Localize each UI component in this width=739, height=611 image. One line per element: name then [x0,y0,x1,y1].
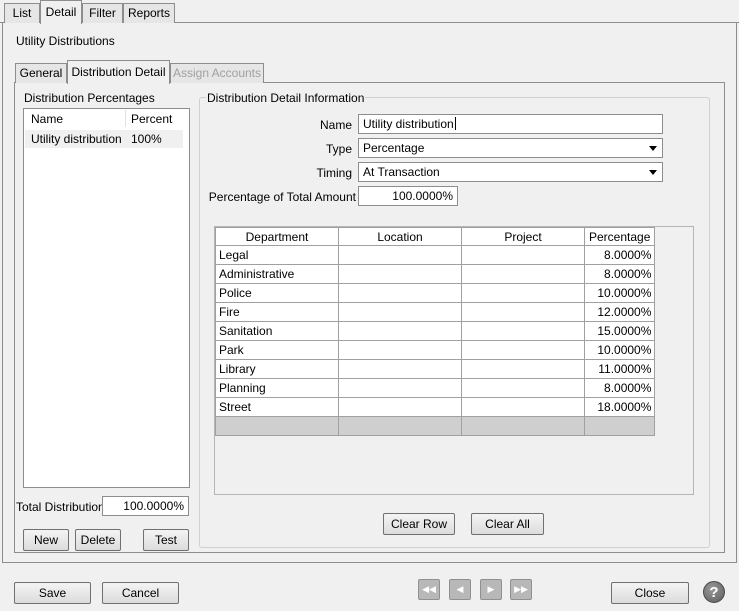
tab-filter[interactable]: Filter [82,3,123,23]
cell-project[interactable] [461,359,585,379]
clear-all-button[interactable]: Clear All [471,513,544,535]
table-row[interactable]: Sanitation 15.0000% [215,321,656,341]
cell-location[interactable] [338,245,462,265]
distribution-grid: Department Location Project Percentage L… [214,226,694,495]
cell-location[interactable] [338,264,462,284]
chevron-down-icon [649,170,657,175]
detail-information-title: Distribution Detail Information [206,91,366,105]
cell-department[interactable]: Library [215,359,339,379]
tab-detail[interactable]: Detail [40,0,82,24]
cell-department[interactable] [215,416,339,436]
list-item-percent: 100% [131,132,162,146]
cell-percentage[interactable] [583,416,656,436]
percentage-total-field[interactable]: 100.0000% [358,186,458,206]
close-button[interactable]: Close [611,582,689,604]
tab-list[interactable]: List [4,3,40,23]
cell-location[interactable] [338,340,462,360]
cell-project[interactable] [461,264,585,284]
distribution-percentages-title: Distribution Percentages [24,91,155,105]
next-record-icon[interactable]: ▶ [480,579,502,600]
delete-button[interactable]: Delete [75,529,121,551]
list-item[interactable]: Utility distribution 100% [25,130,183,148]
cell-percentage[interactable]: 15.0000% [583,321,656,341]
cell-location[interactable] [338,359,462,379]
table-row[interactable]: Planning 8.0000% [215,378,656,398]
cell-project[interactable] [461,302,585,322]
cell-department[interactable]: Planning [215,378,339,398]
cancel-button[interactable]: Cancel [102,582,179,604]
col-department[interactable]: Department [215,227,339,246]
test-button[interactable]: Test [143,529,189,551]
cell-department[interactable]: Fire [215,302,339,322]
cell-location[interactable] [338,321,462,341]
cell-location[interactable] [338,416,462,436]
cell-department[interactable]: Sanitation [215,321,339,341]
table-row[interactable]: Police 10.0000% [215,283,656,303]
cell-project[interactable] [461,416,585,436]
tab-reports[interactable]: Reports [123,3,175,23]
cell-percentage[interactable]: 8.0000% [583,245,656,265]
cell-percentage[interactable]: 10.0000% [583,283,656,303]
total-distribution-field: 100.0000% [102,496,189,516]
grid-header-row: Department Location Project Percentage [215,227,656,246]
cell-percentage[interactable]: 8.0000% [583,378,656,398]
table-row[interactable]: Library 11.0000% [215,359,656,379]
cell-percentage[interactable]: 12.0000% [583,302,656,322]
previous-record-icon[interactable]: ◀ [449,579,471,600]
type-select[interactable]: Percentage [358,138,663,158]
list-header-percent[interactable]: Percent [131,112,172,126]
new-table-row[interactable] [215,416,656,436]
name-label: Name [319,118,352,132]
distribution-table: Department Location Project Percentage L… [215,227,656,436]
cell-percentage[interactable]: 8.0000% [583,264,656,284]
name-field[interactable]: Utility distribution [358,114,663,134]
tab-assign-accounts: Assign Accounts [170,63,264,83]
table-row[interactable]: Fire 12.0000% [215,302,656,322]
col-percentage[interactable]: Percentage [583,227,656,246]
cell-percentage[interactable]: 10.0000% [583,340,656,360]
cell-department[interactable]: Legal [215,245,339,265]
timing-label: Timing [316,166,352,180]
cell-location[interactable] [338,397,462,417]
cell-project[interactable] [461,321,585,341]
cell-department[interactable]: Police [215,283,339,303]
table-row[interactable]: Administrative 8.0000% [215,264,656,284]
table-row[interactable]: Street 18.0000% [215,397,656,417]
help-icon[interactable]: ? [703,581,725,603]
percentage-total-label: Percentage of Total Amount [208,190,356,204]
total-distribution-label: Total Distribution [16,500,105,514]
cell-percentage[interactable]: 18.0000% [583,397,656,417]
list-header-name[interactable]: Name [31,112,63,126]
cell-department[interactable]: Park [215,340,339,360]
cell-project[interactable] [461,340,585,360]
save-button[interactable]: Save [14,582,91,604]
col-location[interactable]: Location [338,227,462,246]
table-row[interactable]: Park 10.0000% [215,340,656,360]
page-title: Utility Distributions [16,34,115,48]
tab-general[interactable]: General [15,63,67,83]
chevron-down-icon [649,146,657,151]
cell-percentage[interactable]: 11.0000% [583,359,656,379]
timing-select[interactable]: At Transaction [358,162,663,182]
tab-distribution-detail[interactable]: Distribution Detail [67,60,170,84]
cell-project[interactable] [461,283,585,303]
cell-project[interactable] [461,397,585,417]
list-header: Name Percent [24,109,184,129]
cell-department[interactable]: Street [215,397,339,417]
cell-location[interactable] [338,302,462,322]
distribution-percentages-list[interactable]: Name Percent Utility distribution 100% [23,108,190,488]
cell-location[interactable] [338,283,462,303]
cell-project[interactable] [461,245,585,265]
clear-row-button[interactable]: Clear Row [383,513,455,535]
last-record-icon[interactable]: ▶▶ [510,579,532,600]
new-button[interactable]: New [23,529,69,551]
cell-project[interactable] [461,378,585,398]
list-item-name: Utility distribution [31,132,122,146]
cell-department[interactable]: Administrative [215,264,339,284]
first-record-icon[interactable]: ◀◀ [418,579,440,600]
cell-location[interactable] [338,378,462,398]
type-label: Type [325,142,352,156]
col-project[interactable]: Project [461,227,585,246]
table-row[interactable]: Legal 8.0000% [215,245,656,265]
